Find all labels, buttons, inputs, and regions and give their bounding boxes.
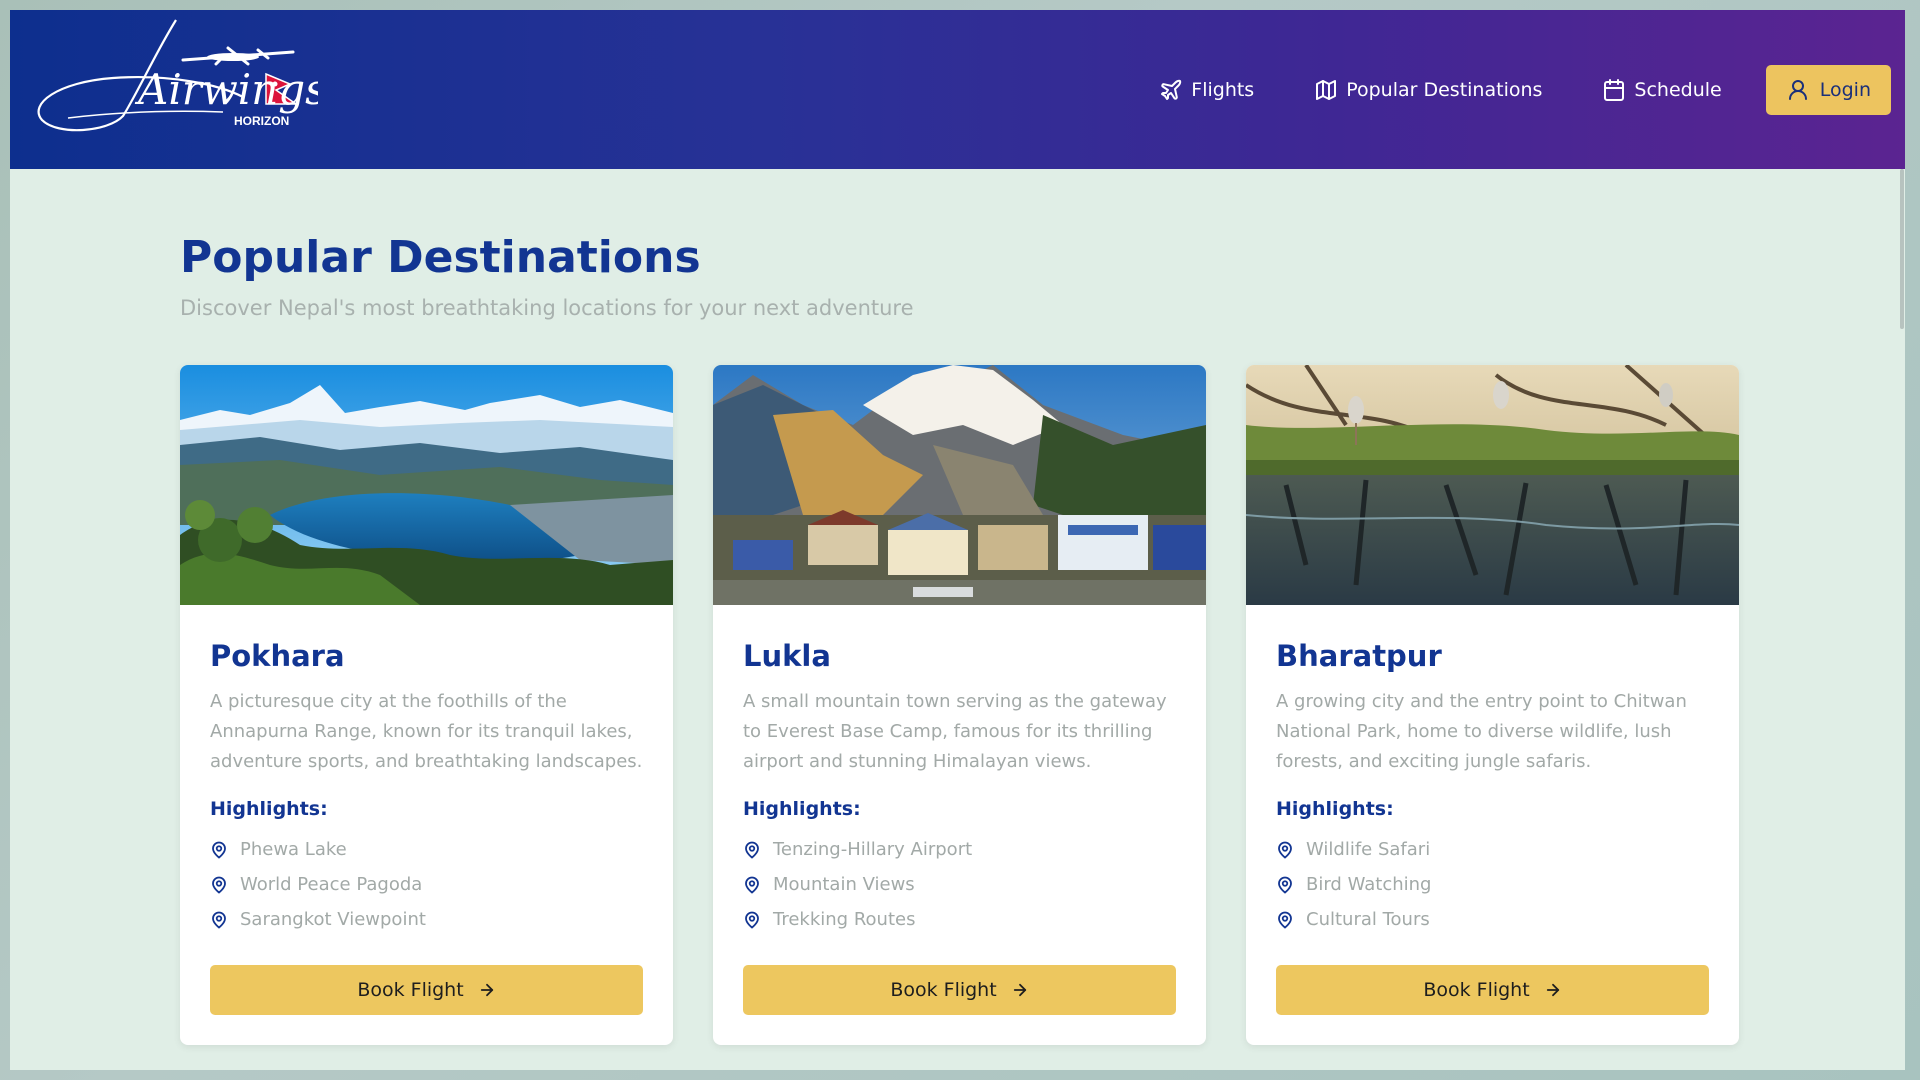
nav-flights-label: Flights: [1191, 79, 1255, 101]
login-button[interactable]: Login: [1765, 65, 1891, 115]
destination-card-pokhara: Pokhara A picturesque city at the foothi…: [180, 365, 673, 1045]
highlight-label: Wildlife Safari: [1306, 839, 1431, 860]
lukla-image: [713, 365, 1206, 605]
destination-card-bharatpur: Bharatpur A growing city and the entry p…: [1246, 365, 1739, 1045]
plane-icon: [1161, 79, 1182, 100]
destination-card-lukla: Lukla A small mountain town serving as t…: [713, 365, 1206, 1045]
map-pin-icon: [1278, 841, 1292, 859]
destination-cards: Pokhara A picturesque city at the foothi…: [180, 365, 1739, 1045]
arrow-right-icon: [1546, 983, 1559, 997]
list-item: Sarangkot Viewpoint: [210, 902, 643, 937]
main-nav: Flights Popular Destinations Schedule Lo…: [1099, 65, 1891, 115]
highlight-label: World Peace Pagoda: [240, 874, 423, 895]
card-description: A picturesque city at the foothills of t…: [210, 691, 643, 772]
map-pin-icon: [1278, 911, 1292, 929]
book-flight-label: Book Flight: [890, 979, 997, 1001]
site-header: Airwings HORIZON Flights Popular Destina…: [10, 10, 1905, 169]
list-item: Mountain Views: [743, 867, 1176, 902]
bharatpur-image: [1246, 365, 1739, 605]
map-pin-icon: [745, 841, 759, 859]
map-pin-icon: [212, 841, 226, 859]
map-pin-icon: [212, 911, 226, 929]
map-icon: [1316, 80, 1337, 100]
page-title: Popular Destinations: [180, 232, 701, 283]
highlight-label: Phewa Lake: [240, 839, 347, 860]
highlights-heading: Highlights:: [743, 798, 861, 820]
list-item: Phewa Lake: [210, 832, 643, 867]
highlights-list: Tenzing-Hillary Airport Mountain Views T…: [743, 832, 1176, 937]
highlight-label: Bird Watching: [1306, 874, 1432, 895]
highlight-label: Sarangkot Viewpoint: [240, 909, 426, 930]
nav-schedule[interactable]: Schedule: [1602, 78, 1722, 102]
book-flight-label: Book Flight: [357, 979, 464, 1001]
book-flight-button[interactable]: Book Flight: [1276, 965, 1709, 1015]
nav-schedule-label: Schedule: [1634, 79, 1722, 101]
highlight-label: Tenzing-Hillary Airport: [773, 839, 973, 860]
list-item: Trekking Routes: [743, 902, 1176, 937]
highlight-label: Cultural Tours: [1306, 909, 1430, 930]
highlights-heading: Highlights:: [210, 798, 328, 820]
list-item: Cultural Tours: [1276, 902, 1709, 937]
card-title: Bharatpur: [1276, 639, 1442, 673]
logo-wordmark: Airwings: [134, 65, 318, 114]
book-flight-button[interactable]: Book Flight: [210, 965, 643, 1015]
highlights-list: Phewa Lake World Peace Pagoda Sarangkot …: [210, 832, 643, 937]
card-title: Pokhara: [210, 639, 345, 673]
page-subtitle: Discover Nepal's most breathtaking locat…: [180, 296, 914, 320]
arrow-right-icon: [480, 983, 493, 997]
list-item: Bird Watching: [1276, 867, 1709, 902]
pokhara-image: [180, 365, 673, 605]
nav-flights[interactable]: Flights: [1159, 78, 1254, 102]
highlights-heading: Highlights:: [1276, 798, 1394, 820]
list-item: Wildlife Safari: [1276, 832, 1709, 867]
map-pin-icon: [212, 876, 226, 894]
map-pin-icon: [745, 911, 759, 929]
card-description: A growing city and the entry point to Ch…: [1276, 691, 1687, 772]
card-description: A small mountain town serving as the gat…: [743, 691, 1167, 772]
highlight-label: Mountain Views: [773, 874, 915, 895]
nav-popular-destinations[interactable]: Popular Destinations: [1314, 78, 1542, 102]
arrow-right-icon: [1013, 983, 1026, 997]
book-flight-label: Book Flight: [1423, 979, 1530, 1001]
highlights-list: Wildlife Safari Bird Watching Cultural T…: [1276, 832, 1709, 937]
card-title: Lukla: [743, 639, 831, 673]
list-item: Tenzing-Hillary Airport: [743, 832, 1176, 867]
airwings-logo[interactable]: Airwings HORIZON: [28, 12, 318, 137]
login-label: Login: [1819, 79, 1871, 101]
highlight-label: Trekking Routes: [773, 909, 916, 930]
logo-subtitle: HORIZON: [234, 114, 289, 128]
nav-destinations-label: Popular Destinations: [1346, 79, 1543, 101]
book-flight-button[interactable]: Book Flight: [743, 965, 1176, 1015]
user-icon: [1788, 80, 1807, 100]
browser-window: Airwings HORIZON Flights Popular Destina…: [10, 10, 1905, 1070]
map-pin-icon: [1278, 876, 1292, 894]
scrollbar-thumb[interactable]: [1900, 169, 1904, 329]
list-item: World Peace Pagoda: [210, 867, 643, 902]
calendar-icon: [1604, 79, 1625, 101]
map-pin-icon: [745, 876, 759, 894]
